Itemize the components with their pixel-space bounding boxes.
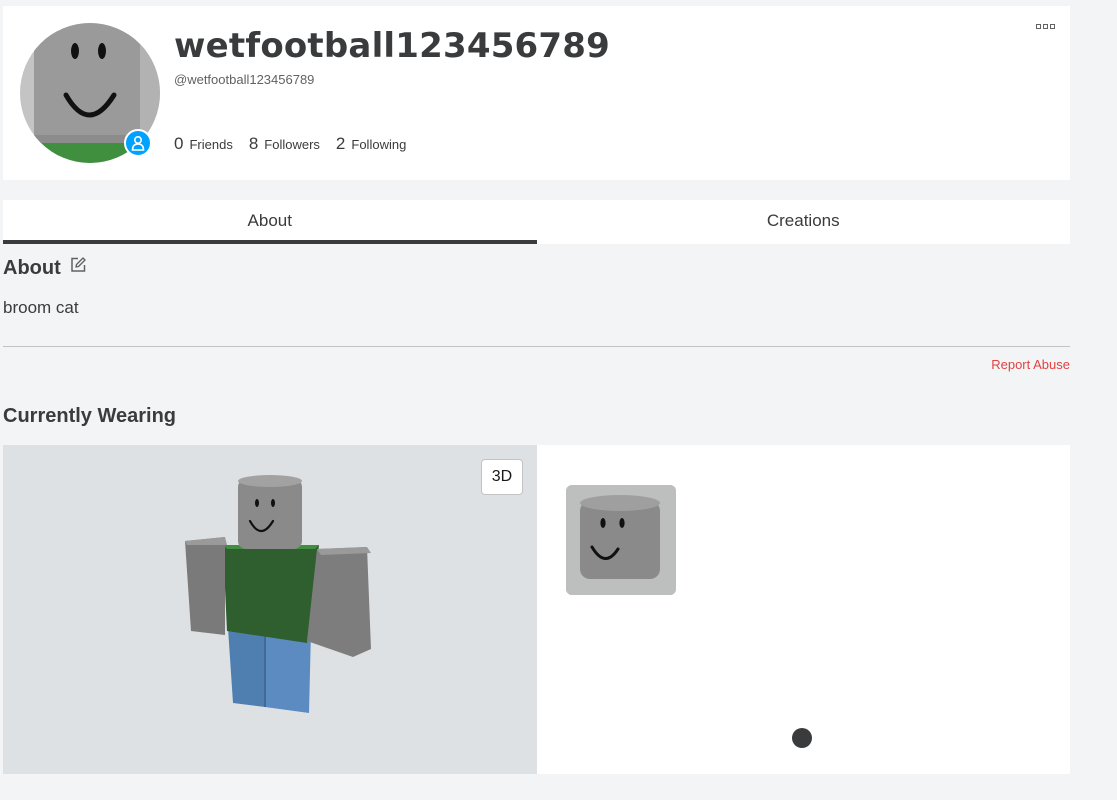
divider xyxy=(3,346,1070,347)
friends-stat[interactable]: 0 Friends xyxy=(174,134,233,154)
edit-icon[interactable] xyxy=(69,256,87,280)
tab-creations[interactable]: Creations xyxy=(537,200,1071,244)
avatar-3d-viewer[interactable]: 3D xyxy=(3,445,537,774)
followers-stat[interactable]: 8 Followers xyxy=(249,134,320,154)
display-name: wetfootball123456789 xyxy=(174,26,610,66)
following-label: Following xyxy=(351,137,407,152)
username: @wetfootball123456789 xyxy=(174,72,315,87)
profile-tabs: About Creations xyxy=(3,200,1070,244)
profile-header: wetfootball123456789 @wetfootball1234567… xyxy=(3,6,1070,180)
toggle-3d-button[interactable]: 3D xyxy=(481,459,523,495)
friends-count: 0 xyxy=(174,134,184,153)
followers-count: 8 xyxy=(248,134,259,153)
following-stat[interactable]: 2 Following xyxy=(336,134,406,154)
avatar-headshot[interactable] xyxy=(20,23,160,163)
online-status-icon xyxy=(124,129,152,157)
following-count: 2 xyxy=(335,134,346,153)
report-abuse-link[interactable]: Report Abuse xyxy=(991,357,1070,372)
more-options-icon[interactable] xyxy=(1036,24,1058,34)
pagination-dot[interactable] xyxy=(792,728,812,748)
currently-wearing-heading: Currently Wearing xyxy=(3,405,176,427)
followers-label: Followers xyxy=(264,137,320,152)
smiley-head-icon[interactable] xyxy=(566,485,676,595)
friends-label: Friends xyxy=(189,137,233,152)
about-heading-text: About xyxy=(3,256,61,279)
tab-about[interactable]: About xyxy=(3,200,537,244)
avatar-figure xyxy=(185,475,371,713)
bio-text: broom cat xyxy=(3,298,79,317)
profile-stats: 0 Friends 8 Followers 2 Following xyxy=(174,134,406,154)
wearing-items-panel xyxy=(537,445,1070,774)
about-section-heading: About xyxy=(3,256,87,280)
